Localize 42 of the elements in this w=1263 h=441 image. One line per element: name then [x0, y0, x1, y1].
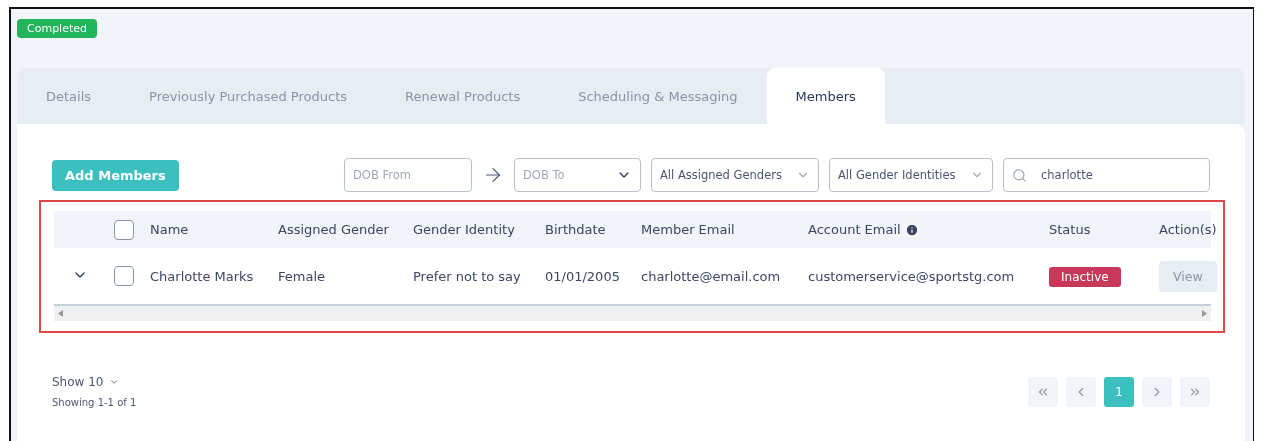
status-tag: Inactive: [1049, 266, 1121, 287]
table-cell-text: Prefer not to say: [413, 268, 522, 284]
date-field[interactable]: DOB From: [344, 158, 472, 192]
column-header: Status: [1049, 222, 1092, 237]
tab[interactable]: Previously Purchased Products: [120, 68, 376, 124]
search-field[interactable]: charlotte: [1003, 158, 1210, 192]
column-header: Action(s): [1159, 222, 1217, 237]
first-page-button[interactable]: [1028, 376, 1058, 407]
column-header: Birthdate: [545, 222, 607, 237]
table-cell-text: customerservice@sportstg.com: [808, 268, 1016, 284]
add-members-button[interactable]: Add Members: [52, 159, 179, 191]
search-icon: [1012, 167, 1027, 183]
column-header: Name: [150, 222, 190, 237]
checkbox[interactable]: [114, 266, 134, 286]
scroll-right-icon[interactable]: [1202, 310, 1207, 317]
table-cell-text: 01/01/2005: [545, 268, 621, 284]
horizontal-scrollbar[interactable]: [54, 304, 1211, 321]
dropdown[interactable]: All Assigned Genders: [651, 158, 819, 192]
results-summary: Showing 1-1 of 1: [52, 397, 137, 408]
column-header: Gender Identity: [413, 222, 516, 237]
date-field[interactable]: DOB To: [514, 158, 641, 192]
column-header: Account Email: [808, 222, 1049, 237]
table-cell-text: Charlotte Marks: [150, 268, 255, 284]
column-header: Assigned Gender: [278, 222, 390, 237]
checkbox[interactable]: [114, 219, 134, 240]
tab[interactable]: Scheduling & Messaging: [549, 68, 767, 124]
table-cell-text: charlotte@email.com: [641, 268, 782, 284]
status-badge: Completed: [17, 19, 97, 38]
scroll-left-icon[interactable]: [58, 310, 63, 317]
tab[interactable]: Members: [766, 68, 885, 124]
previous-page-button[interactable]: [1066, 376, 1096, 407]
tab[interactable]: Details: [17, 68, 121, 124]
page-button[interactable]: 1: [1104, 376, 1134, 407]
page-size-select[interactable]: Show 10: [52, 375, 137, 389]
next-page-button[interactable]: [1142, 376, 1172, 407]
tab[interactable]: Renewal Products: [376, 68, 550, 124]
dropdown[interactable]: All Gender Identities: [829, 158, 993, 192]
last-page-button[interactable]: [1180, 376, 1210, 407]
view-button[interactable]: View: [1159, 260, 1217, 292]
table-cell-text: Female: [278, 268, 326, 284]
chevron-down-icon: [109, 377, 120, 387]
column-header: Member Email: [641, 222, 736, 237]
